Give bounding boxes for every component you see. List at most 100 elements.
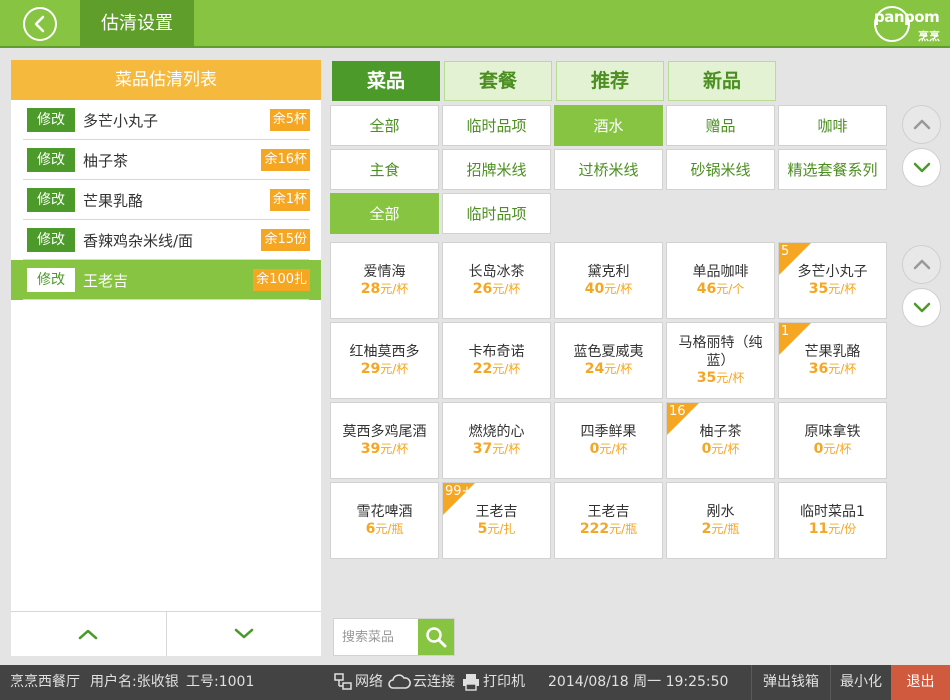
subcategory-button[interactable]: 砂锅米线 [666, 149, 775, 190]
logo-sub-text: 烹烹 [918, 30, 940, 43]
subcategory-button[interactable]: 临时品项 [442, 105, 551, 146]
product-price-value: 46 [696, 281, 717, 297]
product-card[interactable]: 黛克利 40元/杯 [554, 242, 663, 319]
modify-button[interactable]: 修改 [27, 188, 75, 212]
modify-button[interactable]: 修改 [27, 228, 75, 252]
modify-button[interactable]: 修改 [27, 108, 75, 132]
product-price-value: 35 [696, 370, 717, 386]
sold-out-list-item[interactable]: 修改 柚子茶 余16杯 [11, 140, 321, 180]
product-scroll-up-button[interactable] [902, 245, 941, 284]
sold-out-list-item[interactable]: 修改 芒果乳酪 余1杯 [11, 180, 321, 220]
product-card[interactable]: 爱情海 28元/杯 [330, 242, 439, 319]
category-tab[interactable]: 菜品 [332, 61, 440, 101]
product-name: 黛克利 [587, 264, 630, 280]
subsubcategory-button[interactable]: 临时品项 [442, 193, 551, 234]
employee-id: 工号:1001 [186, 674, 255, 690]
product-card[interactable]: 1 芒果乳酪 36元/杯 [778, 322, 887, 399]
product-card[interactable]: 16 柚子茶 0元/杯 [666, 402, 775, 479]
category-tab[interactable]: 新品 [668, 61, 776, 101]
subcategory-button[interactable]: 主食 [330, 149, 439, 190]
product-price-unit: 元/瓶 [609, 522, 638, 536]
product-name: 莫西多鸡尾酒 [342, 424, 427, 440]
category-tab[interactable]: 推荐 [556, 61, 664, 101]
modify-button[interactable]: 修改 [27, 268, 75, 292]
user-name: 用户名:张收银 [90, 674, 179, 690]
product-card[interactable]: 99+ 王老吉 5元/扎 [442, 482, 551, 559]
chevron-up-icon [79, 629, 98, 640]
product-price-unit: 元/扎 [487, 522, 516, 536]
subcategory-button[interactable]: 招牌米线 [442, 149, 551, 190]
product-price: 2元/瓶 [702, 521, 740, 538]
product-price-value: 28 [360, 281, 381, 297]
product-price: 0元/杯 [702, 441, 740, 458]
product-price-unit: 元/个 [716, 282, 745, 296]
search-button[interactable] [418, 619, 454, 655]
product-card[interactable]: 红柚莫西多 29元/杯 [330, 322, 439, 399]
exit-button[interactable]: 退出 [891, 665, 950, 700]
header: 估清设置 panpom 烹烹 [0, 0, 950, 48]
product-price: 222元/瓶 [580, 521, 637, 538]
open-cash-drawer-button[interactable]: 弹出钱箱 [752, 665, 830, 700]
subcategory-button[interactable]: 全部 [330, 105, 439, 146]
product-price-unit: 元/杯 [380, 362, 409, 376]
product-price-unit: 元/杯 [828, 282, 857, 296]
product-card[interactable]: 原味拿铁 0元/杯 [778, 402, 887, 479]
chevron-down-icon [913, 162, 930, 173]
product-price-value: 39 [360, 441, 381, 457]
product-price-value: 11 [808, 521, 829, 537]
sold-out-count: 5 [781, 244, 790, 259]
list-page-down-button[interactable] [165, 612, 322, 656]
product-card[interactable]: 卡布奇诺 22元/杯 [442, 322, 551, 399]
product-price-unit: 元/杯 [828, 362, 857, 376]
product-price-value: 0 [589, 441, 600, 457]
product-price: 46元/个 [697, 281, 745, 298]
subcategory-button[interactable]: 过桥米线 [554, 149, 663, 190]
subcategory-button[interactable]: 精选套餐系列 [778, 149, 887, 190]
sold-out-list-item[interactable]: 修改 王老吉 余100扎 [11, 260, 321, 300]
product-price: 39元/杯 [361, 441, 409, 458]
product-card[interactable]: 马格丽特（纯蓝） 35元/杯 [666, 322, 775, 399]
product-price-unit: 元/瓶 [375, 522, 404, 536]
product-card[interactable]: 四季鲜果 0元/杯 [554, 402, 663, 479]
category-tab[interactable]: 套餐 [444, 61, 552, 101]
product-price: 6元/瓶 [366, 521, 404, 538]
cloud-icon [388, 674, 411, 689]
product-card[interactable]: 蓝色夏威夷 24元/杯 [554, 322, 663, 399]
category-scroll-up-button[interactable] [902, 105, 941, 144]
product-card[interactable]: 单品咖啡 46元/个 [666, 242, 775, 319]
modify-button[interactable]: 修改 [27, 148, 75, 172]
product-price-value: 37 [472, 441, 493, 457]
product-card[interactable]: 剐水 2元/瓶 [666, 482, 775, 559]
product-card[interactable]: 燃烧的心 37元/杯 [442, 402, 551, 479]
product-price: 35元/杯 [697, 370, 745, 387]
category-scroll-down-button[interactable] [902, 148, 941, 187]
minimize-button[interactable]: 最小化 [831, 665, 891, 700]
sold-out-list: 修改 多芒小丸子 余5杯 修改 柚子茶 余16杯 修改 芒果乳酪 余1杯 修改 香辣鸡杂米线/面 余1… [11, 100, 321, 300]
product-card[interactable]: 长岛冰茶 26元/杯 [442, 242, 551, 319]
list-page-up-button[interactable] [11, 612, 166, 656]
product-price: 36元/杯 [809, 361, 857, 378]
subcategory-button[interactable]: 赠品 [666, 105, 775, 146]
subcategory-button[interactable]: 酒水 [554, 105, 663, 146]
product-name: 爱情海 [363, 264, 406, 280]
search-input[interactable] [334, 619, 418, 655]
product-card[interactable]: 雪花啤酒 6元/瓶 [330, 482, 439, 559]
chevron-up-icon [913, 259, 930, 270]
subsubcategory-button[interactable]: 全部 [330, 193, 439, 234]
back-button[interactable] [0, 0, 80, 48]
product-card[interactable]: 临时菜品1 11元/份 [778, 482, 887, 559]
sold-out-list-item[interactable]: 修改 多芒小丸子 余5杯 [11, 100, 321, 140]
product-price: 0元/杯 [814, 441, 852, 458]
subcategory-button[interactable]: 咖啡 [778, 105, 887, 146]
product-scroll-down-button[interactable] [902, 288, 941, 327]
sold-out-list-item[interactable]: 修改 香辣鸡杂米线/面 余15份 [11, 220, 321, 260]
printer-label: 打印机 [483, 674, 525, 690]
page-title: 估清设置 [80, 0, 194, 48]
product-card[interactable]: 5 多芒小丸子 35元/杯 [778, 242, 887, 319]
cloud-status: 云连接 [387, 665, 455, 700]
product-card[interactable]: 莫西多鸡尾酒 39元/杯 [330, 402, 439, 479]
product-card[interactable]: 王老吉 222元/瓶 [554, 482, 663, 559]
product-price-value: 35 [808, 281, 829, 297]
product-price: 26元/杯 [473, 281, 521, 298]
product-price-unit: 元/杯 [823, 442, 852, 456]
